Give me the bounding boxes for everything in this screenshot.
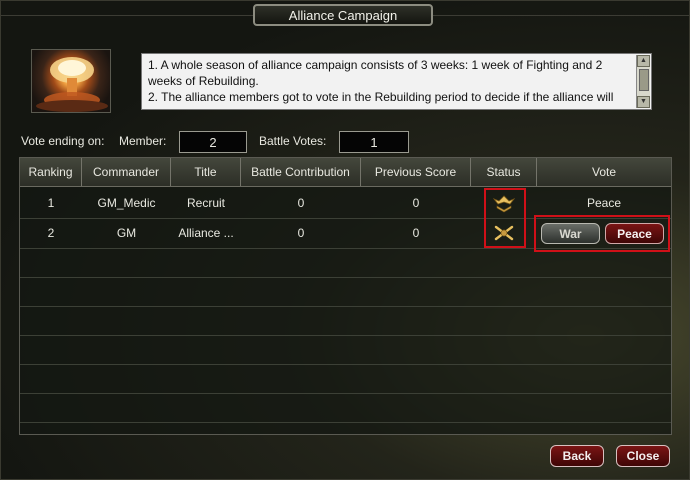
window-title: Alliance Campaign (253, 4, 433, 26)
rule-line-2: 2. The alliance members got to vote in t… (148, 90, 614, 104)
alliance-campaign-window: Alliance Campaign 1. A whole season of a… (0, 0, 690, 480)
peace-button[interactable]: Peace (605, 223, 664, 244)
table-row[interactable]: 1 GM_Medic Recruit 0 0 Peace (20, 188, 671, 217)
ranking-table: Ranking Commander Title Battle Contribut… (19, 157, 672, 435)
row-divider (20, 393, 671, 394)
row-commander: GM_Medic (97, 195, 156, 210)
member-count: 2 (179, 131, 247, 153)
row-title: Recruit (186, 195, 225, 210)
col-commander[interactable]: Commander (82, 158, 171, 186)
war-button[interactable]: War (541, 223, 600, 244)
row-ranking: 1 (47, 195, 55, 210)
battle-votes-count: 1 (339, 131, 409, 153)
col-ranking[interactable]: Ranking (20, 158, 82, 186)
close-button[interactable]: Close (616, 445, 670, 467)
col-vote[interactable]: Vote (537, 158, 671, 186)
window-title-text: Alliance Campaign (288, 7, 398, 23)
back-button[interactable]: Back (550, 445, 604, 467)
rules-scrollbar[interactable]: ▲ ▼ (636, 55, 650, 108)
col-status[interactable]: Status (471, 158, 537, 186)
row-title: Alliance ... (178, 225, 234, 240)
scroll-up-icon[interactable]: ▲ (637, 55, 650, 67)
row-divider (20, 306, 671, 307)
row-previous-score: 0 (412, 195, 420, 210)
row-divider (20, 422, 671, 423)
row-previous-score: 0 (412, 225, 420, 240)
scroll-down-icon[interactable]: ▼ (637, 96, 650, 108)
row-vote: Peace (586, 195, 622, 210)
table-header: Ranking Commander Title Battle Contribut… (20, 158, 671, 187)
row-battle-contribution: 0 (297, 225, 305, 240)
row-divider (20, 277, 671, 278)
vote-ending-label: Vote ending on: (21, 134, 105, 148)
row-battle-contribution: 0 (297, 195, 305, 210)
col-title[interactable]: Title (171, 158, 241, 186)
col-battle-contribution[interactable]: Battle Contribution (241, 158, 361, 186)
status-highlight (484, 188, 526, 248)
battle-votes-label: Battle Votes: (259, 134, 327, 148)
campaign-rules-text[interactable]: 1. A whole season of alliance campaign c… (141, 53, 652, 110)
row-divider (20, 335, 671, 336)
row-divider (20, 364, 671, 365)
col-previous-score[interactable]: Previous Score (361, 158, 471, 186)
row-ranking: 2 (47, 225, 55, 240)
nuclear-explosion-image (31, 49, 111, 113)
scroll-thumb[interactable] (639, 69, 649, 91)
member-label: Member: (119, 134, 167, 148)
rule-line-1: 1. A whole season of alliance campaign c… (148, 58, 603, 88)
row-commander: GM (116, 225, 137, 240)
